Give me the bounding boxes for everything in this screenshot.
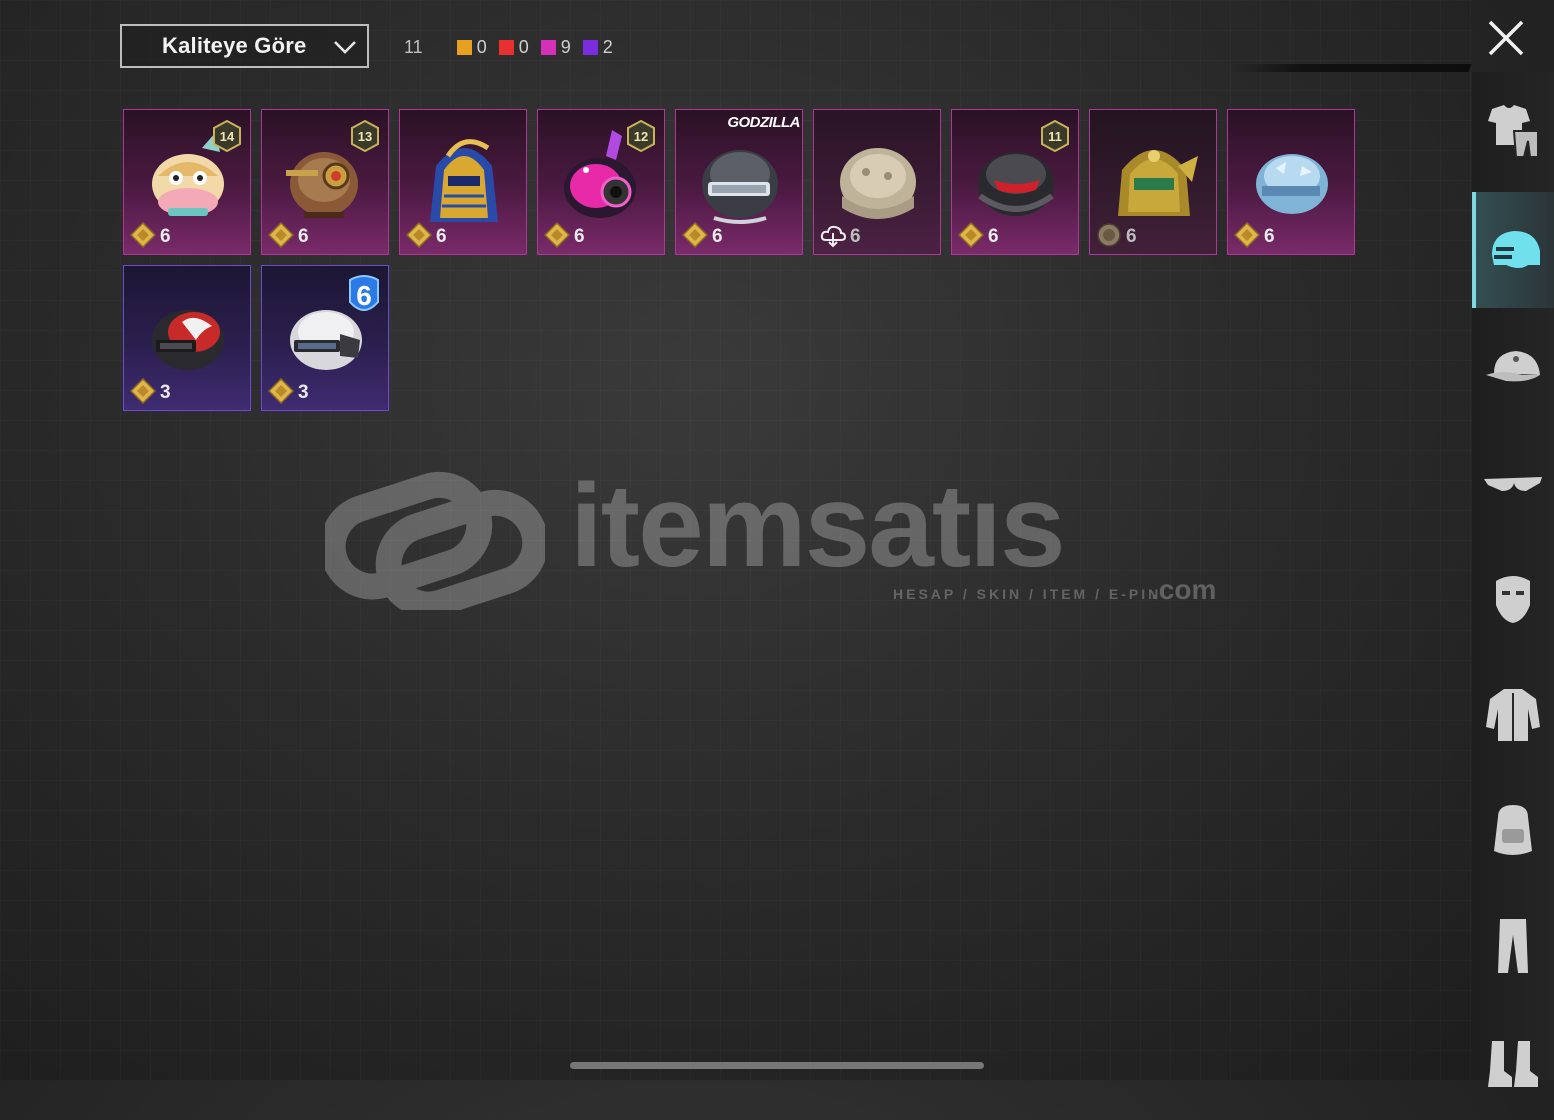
total-count: 11 <box>404 36 423 57</box>
rarity-count-red: 0 <box>498 37 529 58</box>
item-count: 6 <box>436 226 447 247</box>
pharaoh-helmet-icon <box>430 139 498 222</box>
ice-helmet-icon <box>1256 154 1328 214</box>
item-card[interactable]: GODZILLA 6 <box>675 109 803 255</box>
item-count: 6 <box>298 226 309 247</box>
item-card[interactable]: 6 <box>399 109 527 255</box>
outfit-icon <box>1488 105 1539 158</box>
item-card[interactable]: 14 6 <box>123 109 251 255</box>
rarity-swatch-icon <box>582 39 598 55</box>
jacket-icon <box>1486 689 1540 741</box>
rarity-swatch-icon <box>540 39 556 55</box>
item-count: 6 <box>712 226 723 247</box>
chevron-down-icon <box>334 41 356 54</box>
bronze-currency-icon <box>1097 223 1121 247</box>
level-badge-icon: 12 <box>627 120 655 152</box>
sidebar-item-helmet[interactable] <box>1472 192 1554 308</box>
mask-icon <box>1496 576 1530 623</box>
header-divider <box>1228 64 1472 72</box>
item-count: 6 <box>1264 226 1275 247</box>
gold-currency-icon <box>130 222 156 248</box>
level-badge-icon: 13 <box>351 120 379 152</box>
godzilla-brand-label: GODZILLA <box>727 114 800 131</box>
item-card[interactable]: 3 <box>123 265 251 411</box>
pants-icon <box>1498 919 1528 973</box>
backpack-icon <box>1494 805 1532 855</box>
rarity-count-pink: 9 <box>540 37 571 58</box>
lace-helmet-icon <box>840 148 916 219</box>
item-card[interactable]: 13 6 <box>261 109 389 255</box>
svg-text:13: 13 <box>358 129 372 144</box>
sidebar-item-outfit[interactable] <box>1472 72 1554 188</box>
item-card[interactable]: 6 <box>1089 109 1217 255</box>
rarity-swatch-icon <box>498 39 514 55</box>
category-sidebar <box>1472 72 1554 1087</box>
item-card[interactable]: 6 3 <box>261 265 389 411</box>
item-card[interactable]: 12 6 <box>537 109 665 255</box>
glasses-icon <box>1484 477 1542 491</box>
item-count: 3 <box>160 382 171 403</box>
svg-text:6: 6 <box>356 280 372 311</box>
gold-currency-icon <box>130 378 156 404</box>
sidebar-item-jacket[interactable] <box>1472 656 1554 772</box>
red-flame-helmet-icon <box>152 310 224 370</box>
item-count: 6 <box>988 226 999 247</box>
gold-currency-icon <box>268 222 294 248</box>
gold-currency-icon <box>1234 222 1260 248</box>
item-count: 6 <box>850 226 861 247</box>
boots-icon <box>1488 1041 1538 1087</box>
rarity-counts: 11 0 0 9 2 <box>404 34 625 60</box>
sidebar-item-pants[interactable] <box>1472 888 1554 1004</box>
item-card[interactable]: 6 <box>1227 109 1355 255</box>
gold-currency-icon <box>958 222 984 248</box>
sidebar-item-boots[interactable] <box>1472 1004 1554 1120</box>
sort-dropdown[interactable]: Kaliteye Göre <box>120 24 369 68</box>
svg-text:12: 12 <box>634 129 648 144</box>
close-icon[interactable] <box>1486 18 1526 58</box>
item-grid: 14 6 13 6 6 12 6 GODZILLA 6 6 11 6 6 6 3… <box>123 109 1363 411</box>
gold-currency-icon <box>268 378 294 404</box>
item-count: 6 <box>1126 226 1137 247</box>
sidebar-item-mask[interactable] <box>1472 540 1554 656</box>
golden-warrior-helmet-icon <box>1118 150 1198 216</box>
svg-text:11: 11 <box>1048 129 1062 144</box>
helmet-icon <box>1492 231 1540 268</box>
rarity-count-purple: 2 <box>582 37 613 58</box>
rarity-swatch-icon <box>456 39 472 55</box>
svg-text:14: 14 <box>220 129 235 144</box>
item-card[interactable]: 6 <box>813 109 941 255</box>
gold-currency-icon <box>682 222 708 248</box>
sidebar-item-cap[interactable] <box>1472 308 1554 424</box>
item-count: 3 <box>298 382 309 403</box>
upgrade-badge-icon: 6 <box>349 275 379 311</box>
home-indicator[interactable] <box>570 1062 984 1069</box>
item-count: 6 <box>160 226 171 247</box>
level-badge-icon: 14 <box>213 120 241 152</box>
cloud-download-icon <box>820 225 846 248</box>
gold-currency-icon <box>544 222 570 248</box>
rarity-count-orange: 0 <box>456 37 487 58</box>
level-badge-icon: 11 <box>1041 120 1069 152</box>
sort-dropdown-label: Kaliteye Göre <box>162 33 307 58</box>
sidebar-item-backpack[interactable] <box>1472 772 1554 888</box>
item-card[interactable]: 11 6 <box>951 109 1079 255</box>
cap-icon <box>1486 351 1540 382</box>
gold-currency-icon <box>406 222 432 248</box>
item-count: 6 <box>574 226 585 247</box>
sidebar-item-glasses[interactable] <box>1472 424 1554 540</box>
godzilla-helmet-icon <box>702 150 778 224</box>
